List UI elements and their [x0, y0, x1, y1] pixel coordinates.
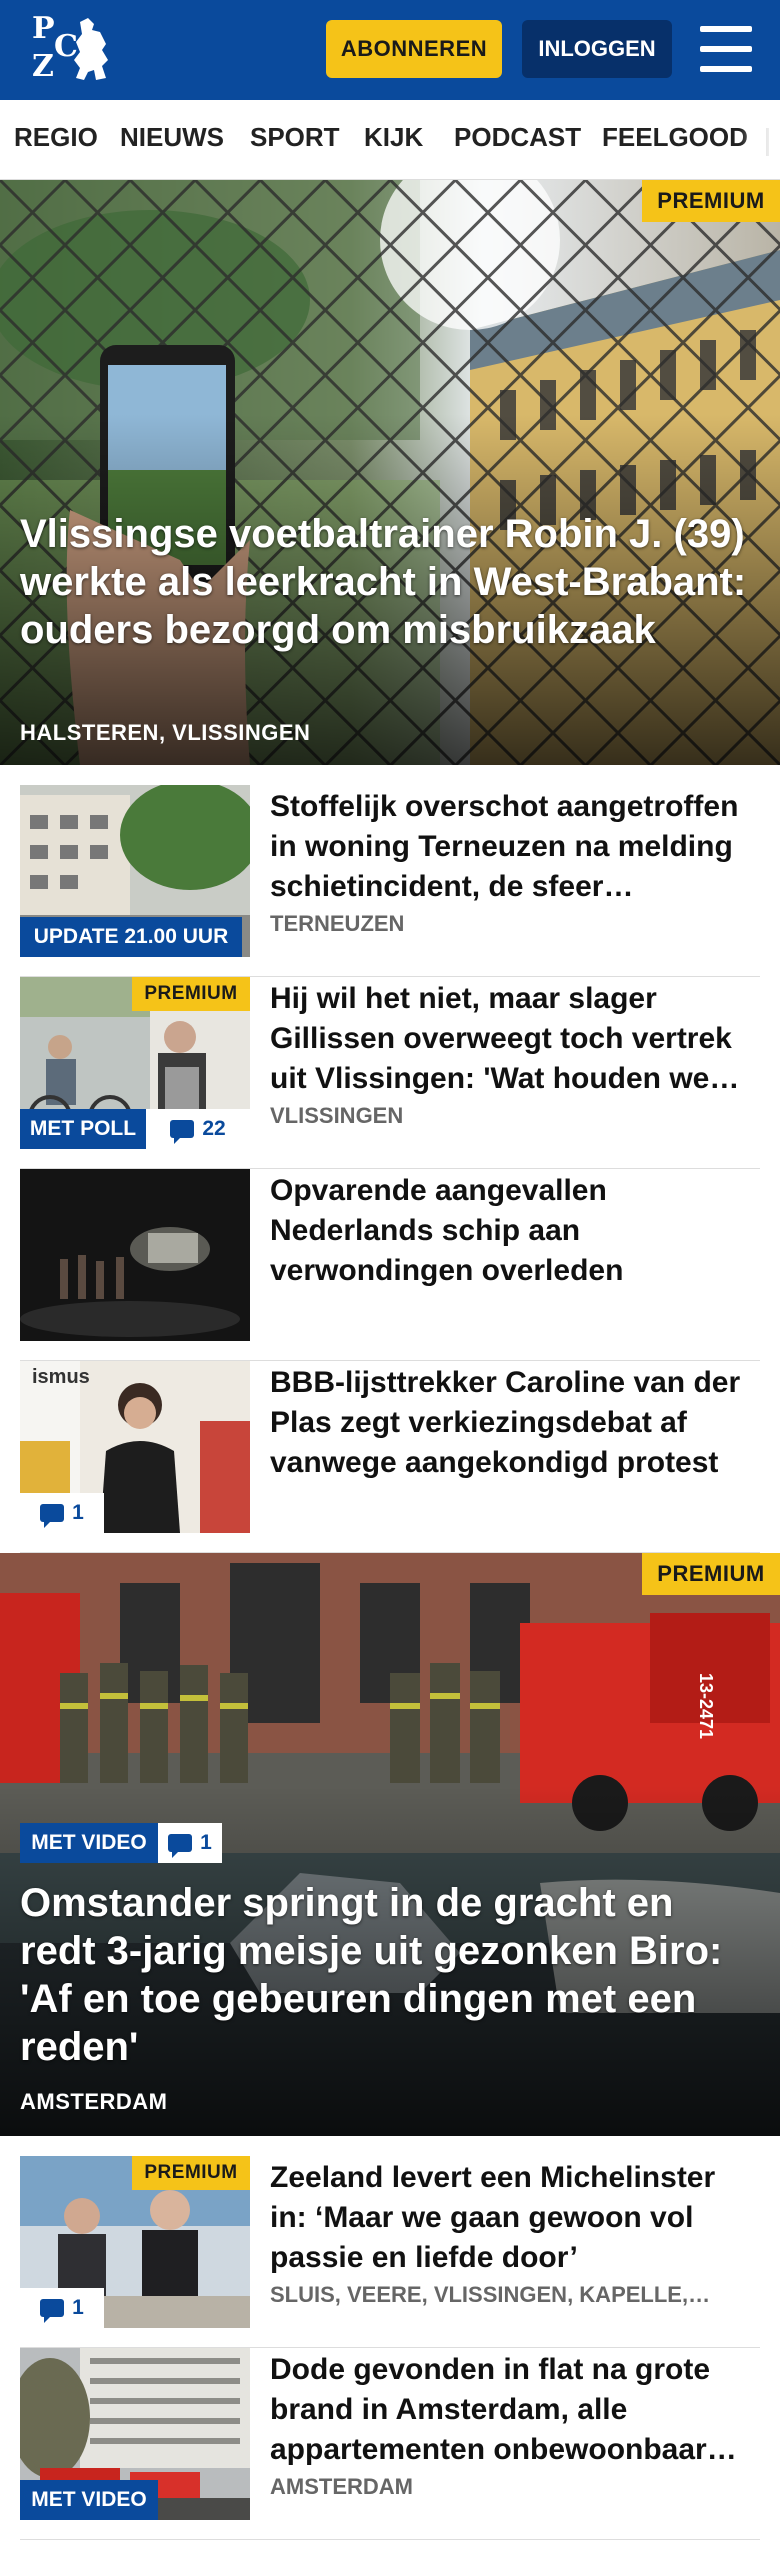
video-badge: MET VIDEO: [20, 2480, 158, 2520]
nav-item-sport[interactable]: SPORT: [250, 122, 340, 153]
comment-count: 1: [72, 1501, 84, 1524]
login-button[interactable]: INLOGGEN: [522, 20, 672, 78]
section-nav: REGIO NIEUWS SPORT KIJK PODCAST FEELGOOD: [0, 100, 780, 180]
nav-item-kijk[interactable]: KIJK: [364, 122, 423, 153]
comment-count: 1: [200, 1831, 212, 1854]
comment-icon: [170, 1120, 195, 1144]
sign-text: ismus: [32, 1366, 90, 1388]
article-location: SLUIS, VEERE, VLISSINGEN, KAPELLE,…: [270, 2282, 711, 2307]
comment-icon: [40, 1504, 65, 1528]
list-item[interactable]: PREMIUM MET POLL 22 Hij wil het niet, ma…: [20, 977, 760, 1169]
article-location: VLISSINGEN: [270, 1103, 404, 1128]
list-item[interactable]: Opvarende aangevallen Nederlands schip a…: [20, 1169, 760, 1361]
update-badge: UPDATE 21.00 UUR: [20, 917, 242, 957]
article-title[interactable]: Dode gevonden in flat na grote brand in …: [270, 2350, 760, 2470]
comment-count-badge[interactable]: 1: [20, 1493, 104, 1533]
premium-badge: PREMIUM: [132, 977, 250, 1011]
hero-article[interactable]: 13-2471 PREMIUM MET VIDEO 1 Omstander sp…: [0, 1553, 780, 2136]
nav-item-regio[interactable]: REGIO: [14, 122, 98, 153]
article-title[interactable]: BBB-lijsttrekker Caroline van der Plas z…: [270, 1363, 760, 1483]
hero-location: HALSTEREN, VLISSINGEN: [20, 720, 311, 745]
menu-icon[interactable]: [700, 26, 752, 72]
article-thumbnail: [20, 1169, 250, 1341]
hero-headline[interactable]: Omstander springt in de gracht en redt 3…: [20, 1879, 760, 2071]
comment-count-badge[interactable]: 1: [20, 2288, 104, 2328]
comment-count: 1: [72, 2296, 84, 2319]
premium-badge: PREMIUM: [642, 1553, 780, 1595]
subscribe-button[interactable]: ABONNEREN: [326, 20, 502, 78]
lion-emblem-icon: [74, 18, 108, 80]
pzc-logo[interactable]: P Z C: [28, 12, 112, 88]
list-item[interactable]: UPDATE 21.00 UUR Stoffelijk overschot aa…: [20, 785, 760, 977]
comment-count: 22: [202, 1117, 226, 1140]
logo-letter: Z: [32, 49, 54, 84]
article-title[interactable]: Hij wil het niet, maar slager Gillissen …: [270, 979, 760, 1099]
article-location: TERNEUZEN: [270, 911, 405, 936]
comment-count-badge[interactable]: 1: [158, 1823, 222, 1863]
comment-icon: [40, 2299, 65, 2323]
comment-icon: [168, 1834, 193, 1858]
hero-location: AMSTERDAM: [20, 2089, 168, 2114]
nav-item-podcast[interactable]: PODCAST: [454, 122, 581, 153]
list-item[interactable]: ismus 1 BBB-lijsttrekker Caroline van de…: [20, 1361, 760, 1553]
truck-label: 13-2471: [696, 1673, 716, 1739]
list-item[interactable]: PREMIUM 1 Zeeland levert een Michelinste…: [20, 2156, 760, 2348]
hero-headline[interactable]: Vlissingse voetbaltrainer Robin J. (39) …: [20, 510, 760, 654]
comment-count-badge[interactable]: 22: [146, 1109, 250, 1149]
site-header: P Z C ABONNEREN INLOGGEN: [0, 0, 780, 100]
logo-letter: P: [32, 11, 55, 46]
list-item[interactable]: MET VIDEO Dode gevonden in flat na grote…: [20, 2348, 760, 2540]
poll-badge: MET POLL: [20, 1109, 146, 1149]
premium-badge: PREMIUM: [132, 2156, 250, 2190]
article-title[interactable]: Stoffelijk overschot aangetroffen in won…: [270, 787, 760, 907]
nav-fade: [740, 100, 780, 179]
article-location: AMSTERDAM: [270, 2474, 413, 2499]
article-title[interactable]: Zeeland levert een Michelinster in: ‘Maa…: [270, 2158, 760, 2278]
article-title[interactable]: Opvarende aangevallen Nederlands schip a…: [270, 1171, 760, 1291]
premium-badge: PREMIUM: [642, 180, 780, 222]
nav-item-nieuws[interactable]: NIEUWS: [120, 122, 224, 153]
hero-article[interactable]: PREMIUM Vlissingse voetbaltrainer Robin …: [0, 180, 780, 765]
video-badge: MET VIDEO: [20, 1823, 158, 1863]
nav-item-feelgood[interactable]: FEELGOOD: [602, 122, 748, 153]
